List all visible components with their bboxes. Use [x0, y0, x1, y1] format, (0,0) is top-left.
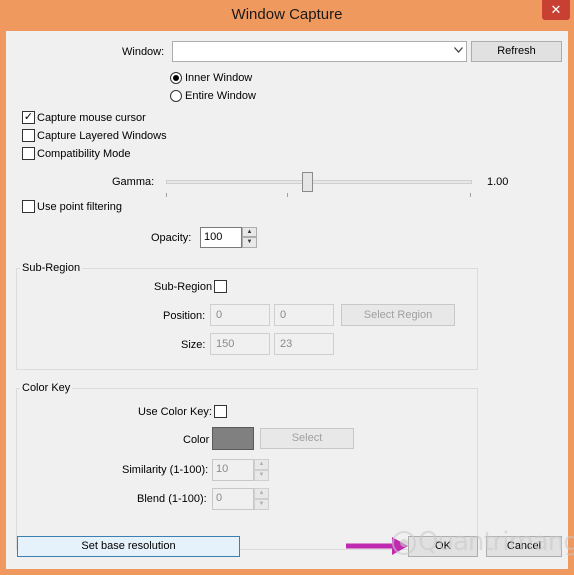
use-color-key-label: Use Color Key:	[138, 406, 212, 418]
blend-label: Blend (1-100):	[137, 493, 207, 505]
blend-input[interactable]: 0	[212, 488, 254, 510]
position-y-field[interactable]: 0	[274, 304, 334, 326]
sub-region-toggle-label: Sub-Region	[154, 281, 213, 293]
similarity-input[interactable]: 10	[212, 459, 254, 481]
inner-window-radio[interactable]	[170, 72, 182, 84]
window-label: Window:	[122, 46, 165, 58]
capture-layered-windows-label: Capture Layered Windows	[37, 130, 167, 142]
refresh-button[interactable]: Refresh	[471, 41, 562, 62]
position-label: Position:	[163, 310, 206, 322]
color-label: Color	[183, 434, 210, 446]
use-color-key-checkbox[interactable]	[214, 405, 227, 418]
blend-decrement-button[interactable]: ▼	[254, 499, 269, 510]
opacity-input[interactable]: 100	[200, 227, 242, 248]
gamma-label: Gamma:	[112, 176, 155, 188]
color-swatch[interactable]	[212, 427, 254, 450]
capture-mouse-cursor-label: Capture mouse cursor	[37, 112, 146, 124]
gamma-value: 1.00	[487, 176, 509, 188]
capture-layered-windows-checkbox[interactable]	[22, 129, 35, 142]
gamma-tick-max	[470, 193, 471, 197]
inner-window-label: Inner Window	[185, 72, 253, 84]
gamma-tick-mid	[287, 193, 288, 197]
compatibility-mode-label: Compatibility Mode	[37, 148, 131, 160]
blend-increment-button[interactable]: ▲	[254, 488, 269, 499]
use-point-filtering-checkbox[interactable]	[22, 200, 35, 213]
chevron-down-icon	[454, 45, 463, 56]
annotation-arrow-icon	[346, 537, 408, 555]
ok-button[interactable]: OK	[408, 536, 478, 557]
size-label: Size:	[181, 339, 206, 351]
opacity-decrement-button[interactable]: ▼	[242, 237, 257, 248]
close-button[interactable]: ✕	[542, 0, 570, 20]
color-select-button[interactable]: Select	[260, 428, 354, 449]
similarity-label: Similarity (1-100):	[122, 464, 209, 476]
sub-region-checkbox[interactable]	[214, 280, 227, 293]
window-select[interactable]	[172, 41, 467, 62]
dialog-client-area: Window: Refresh Inner Window Entire Wind…	[6, 31, 568, 569]
cancel-button[interactable]: Cancel	[486, 536, 562, 557]
position-x-field[interactable]: 0	[210, 304, 270, 326]
opacity-increment-button[interactable]: ▲	[242, 227, 257, 237]
gamma-slider-track[interactable]	[166, 180, 472, 184]
use-point-filtering-label: Use point filtering	[37, 201, 122, 213]
color-key-group-title: Color Key	[20, 381, 73, 395]
sub-region-group-title: Sub-Region	[20, 261, 83, 275]
set-base-resolution-button[interactable]: Set base resolution	[17, 536, 240, 557]
title-bar: Window Capture ✕	[0, 0, 574, 31]
capture-mouse-cursor-checkbox[interactable]: ✓	[22, 111, 35, 124]
window-title: Window Capture	[231, 6, 343, 23]
similarity-increment-button[interactable]: ▲	[254, 459, 269, 470]
size-width-field[interactable]: 150	[210, 333, 270, 355]
opacity-label: Opacity:	[151, 232, 192, 244]
entire-window-radio[interactable]	[170, 90, 182, 102]
close-icon: ✕	[550, 2, 562, 17]
similarity-decrement-button[interactable]: ▼	[254, 470, 269, 481]
size-height-field[interactable]: 23	[274, 333, 334, 355]
gamma-slider-thumb[interactable]	[302, 172, 313, 192]
select-region-button[interactable]: Select Region	[341, 304, 455, 326]
entire-window-label: Entire Window	[185, 90, 256, 102]
gamma-tick-min	[166, 193, 167, 197]
compatibility-mode-checkbox[interactable]	[22, 147, 35, 160]
checkmark-icon: ✓	[23, 111, 34, 123]
